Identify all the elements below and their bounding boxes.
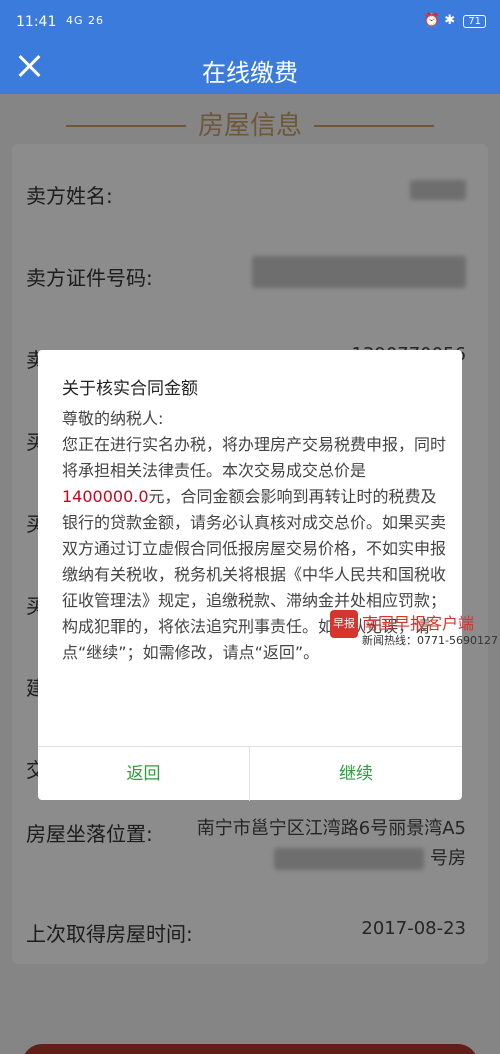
status-time: 11:41 <box>16 14 57 30</box>
back-button[interactable]: 返回 <box>38 747 250 801</box>
continue-button[interactable]: 继续 <box>250 747 462 801</box>
signal-icon: 4G 26 <box>66 14 105 27</box>
watermark-logo: 早报 <box>330 610 358 638</box>
watermark-name: 南国早报客户端 <box>362 614 475 633</box>
confirm-dialog: 关于核实合同金额 尊敬的纳税人: 您正在进行实名办税，将办理房产交易税费申报，同… <box>38 350 462 801</box>
dialog-greeting: 尊敬的纳税人: <box>62 409 164 428</box>
dialog-title: 关于核实合同金额 <box>62 379 198 399</box>
dialog-buttons: 返回 继续 <box>38 746 462 801</box>
status-bar: 11:41 4G 26 ⏰ ✱ 71 <box>0 0 500 44</box>
watermark-hotline: 新闻热线：0771-5690127 <box>362 634 498 647</box>
status-right: ⏰ ✱ 71 <box>424 13 486 28</box>
bluetooth-icon: ✱ <box>444 13 456 28</box>
alarm-icon: ⏰ <box>423 13 441 28</box>
page-title: 在线缴费 <box>202 59 298 87</box>
app-header: 在线缴费 <box>0 44 500 94</box>
dialog-amount: 1400000.0 <box>62 487 149 506</box>
battery-icon: 71 <box>463 15 486 28</box>
watermark: 早报 南国早报客户端 新闻热线：0771-5690127 <box>330 610 500 650</box>
